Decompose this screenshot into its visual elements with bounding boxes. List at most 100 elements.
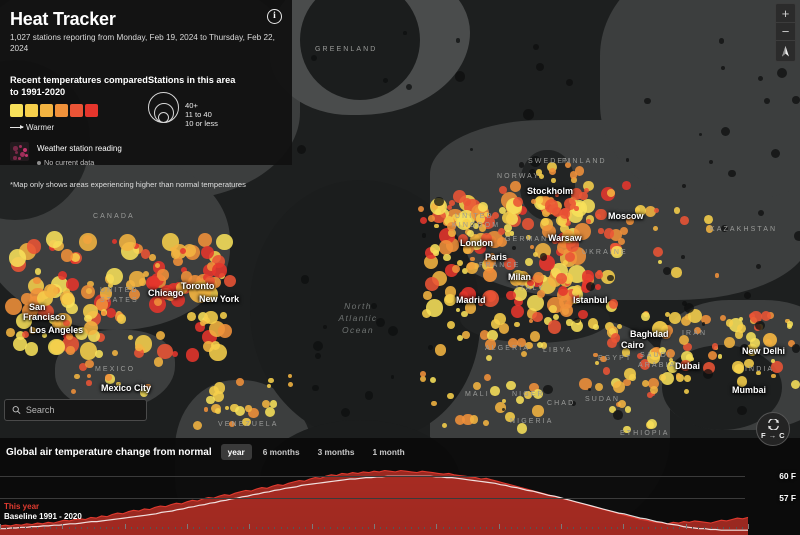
station-marker[interactable] bbox=[420, 370, 426, 377]
station-marker[interactable] bbox=[737, 323, 747, 333]
station-marker[interactable] bbox=[482, 420, 489, 427]
station-marker[interactable] bbox=[732, 361, 744, 373]
no-data-marker[interactable] bbox=[701, 322, 706, 326]
no-data-marker[interactable] bbox=[533, 43, 540, 50]
station-marker[interactable] bbox=[725, 318, 734, 327]
station-marker[interactable] bbox=[719, 314, 727, 322]
station-marker[interactable] bbox=[763, 333, 777, 347]
station-marker[interactable] bbox=[447, 392, 454, 400]
no-data-marker[interactable] bbox=[718, 38, 725, 44]
station-marker[interactable] bbox=[626, 217, 634, 225]
station-marker[interactable] bbox=[41, 332, 48, 339]
station-marker[interactable] bbox=[560, 304, 574, 317]
zoom-out-button[interactable]: − bbox=[776, 22, 795, 40]
station-marker[interactable] bbox=[210, 340, 220, 350]
no-data-marker[interactable] bbox=[501, 407, 505, 411]
station-marker[interactable] bbox=[483, 268, 497, 282]
station-marker[interactable] bbox=[441, 422, 447, 428]
no-data-marker[interactable] bbox=[756, 263, 762, 269]
station-marker[interactable] bbox=[490, 386, 500, 396]
no-data-marker[interactable] bbox=[708, 159, 713, 164]
station-marker[interactable] bbox=[140, 249, 151, 259]
station-marker[interactable] bbox=[115, 381, 121, 387]
station-marker[interactable] bbox=[714, 273, 720, 278]
station-marker[interactable] bbox=[472, 223, 479, 230]
station-marker[interactable] bbox=[570, 171, 578, 179]
station-marker[interactable] bbox=[666, 361, 678, 373]
station-marker[interactable] bbox=[473, 381, 482, 390]
station-marker[interactable] bbox=[185, 348, 200, 362]
station-marker[interactable] bbox=[523, 390, 532, 399]
no-data-marker[interactable] bbox=[518, 162, 525, 168]
no-data-marker[interactable] bbox=[297, 144, 307, 155]
station-marker[interactable] bbox=[510, 181, 521, 192]
station-marker[interactable] bbox=[549, 305, 557, 313]
no-data-marker[interactable] bbox=[511, 246, 516, 251]
info-icon[interactable]: i bbox=[267, 9, 282, 24]
no-data-marker[interactable] bbox=[721, 126, 731, 136]
station-marker[interactable] bbox=[146, 276, 160, 290]
station-marker[interactable] bbox=[220, 312, 228, 319]
station-marker[interactable] bbox=[154, 297, 163, 306]
no-data-marker[interactable] bbox=[434, 196, 444, 207]
station-marker[interactable] bbox=[610, 333, 621, 343]
station-marker[interactable] bbox=[61, 292, 75, 306]
station-marker[interactable] bbox=[506, 380, 516, 391]
station-marker[interactable] bbox=[160, 287, 172, 300]
station-marker[interactable] bbox=[216, 233, 233, 250]
station-marker[interactable] bbox=[462, 245, 472, 254]
station-marker[interactable] bbox=[479, 224, 487, 232]
station-marker[interactable] bbox=[711, 343, 719, 350]
station-marker[interactable] bbox=[423, 291, 432, 300]
station-marker[interactable] bbox=[736, 376, 748, 388]
station-marker[interactable] bbox=[649, 385, 658, 394]
station-marker[interactable] bbox=[593, 324, 599, 330]
station-marker[interactable] bbox=[456, 260, 463, 266]
station-marker[interactable] bbox=[513, 321, 520, 328]
station-marker[interactable] bbox=[653, 225, 658, 231]
no-data-marker[interactable] bbox=[543, 384, 553, 395]
station-marker[interactable] bbox=[287, 374, 292, 379]
no-data-marker[interactable] bbox=[683, 303, 694, 314]
station-marker[interactable] bbox=[4, 297, 23, 316]
station-marker[interactable] bbox=[594, 382, 603, 391]
station-marker[interactable] bbox=[623, 426, 631, 434]
no-data-marker[interactable] bbox=[757, 75, 763, 81]
station-marker[interactable] bbox=[504, 223, 512, 232]
station-marker[interactable] bbox=[28, 326, 37, 335]
station-marker[interactable] bbox=[66, 346, 75, 355]
station-marker[interactable] bbox=[497, 227, 505, 236]
station-marker[interactable] bbox=[218, 323, 233, 338]
station-marker[interactable] bbox=[542, 224, 556, 239]
station-marker[interactable] bbox=[551, 178, 556, 183]
station-marker[interactable] bbox=[127, 334, 134, 341]
station-marker[interactable] bbox=[520, 350, 527, 358]
no-data-marker[interactable] bbox=[585, 281, 596, 292]
no-data-marker[interactable] bbox=[644, 97, 651, 105]
station-marker[interactable] bbox=[454, 414, 465, 425]
station-marker[interactable] bbox=[139, 388, 148, 397]
station-marker[interactable] bbox=[756, 370, 761, 376]
station-marker[interactable] bbox=[603, 228, 615, 239]
station-marker[interactable] bbox=[443, 253, 451, 262]
station-marker[interactable] bbox=[671, 267, 682, 278]
no-data-marker[interactable] bbox=[755, 320, 765, 331]
station-marker[interactable] bbox=[562, 229, 575, 243]
chart-range-year[interactable]: year bbox=[220, 444, 252, 460]
station-marker[interactable] bbox=[669, 312, 681, 324]
station-marker[interactable] bbox=[149, 254, 156, 261]
no-data-marker[interactable] bbox=[421, 233, 427, 238]
station-marker[interactable] bbox=[501, 399, 506, 404]
no-data-marker[interactable] bbox=[405, 84, 412, 91]
station-marker[interactable] bbox=[153, 357, 164, 367]
unit-toggle-button[interactable]: F → C bbox=[756, 412, 790, 446]
station-marker[interactable] bbox=[135, 344, 143, 352]
station-marker[interactable] bbox=[531, 311, 543, 323]
station-marker[interactable] bbox=[616, 324, 622, 329]
station-marker[interactable] bbox=[598, 228, 604, 234]
station-marker[interactable] bbox=[60, 249, 74, 262]
station-marker[interactable] bbox=[717, 354, 723, 359]
station-marker[interactable] bbox=[548, 167, 556, 175]
station-marker[interactable] bbox=[241, 417, 251, 427]
no-data-marker[interactable] bbox=[403, 31, 407, 35]
